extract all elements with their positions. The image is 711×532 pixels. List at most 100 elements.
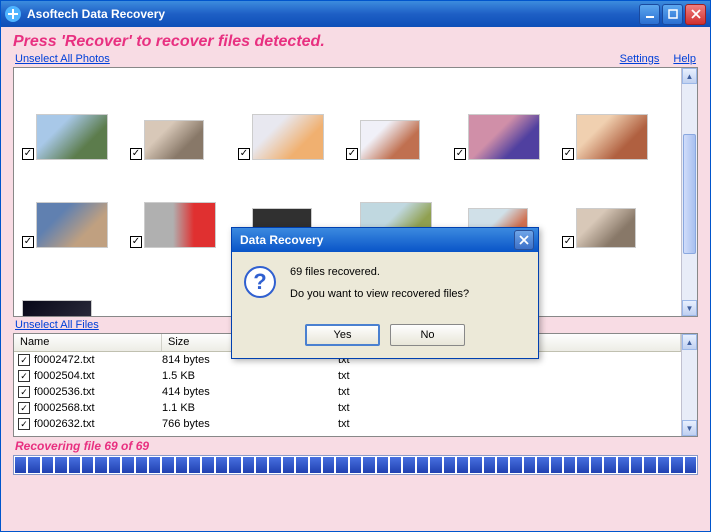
dialog-close-button[interactable] <box>514 230 534 250</box>
photo-item[interactable]: ✓ <box>450 76 558 164</box>
table-row[interactable]: ✓f0002568.txt1.1 KBtxt <box>14 400 681 416</box>
dialog-titlebar: Data Recovery <box>232 228 538 252</box>
dialog-line1: 69 files recovered. <box>290 266 526 278</box>
scroll-down-button[interactable]: ▼ <box>682 420 697 436</box>
progress-segment <box>631 457 642 473</box>
progress-segment <box>430 457 441 473</box>
file-size: 414 bytes <box>162 386 338 398</box>
help-link[interactable]: Help <box>673 53 696 65</box>
file-checkbox[interactable]: ✓ <box>18 354 30 366</box>
photo-item[interactable]: ✓ <box>18 76 126 164</box>
progress-segment <box>350 457 361 473</box>
window-title: Asoftech Data Recovery <box>27 7 639 21</box>
photo-thumbnail <box>144 202 216 248</box>
photo-item[interactable] <box>18 252 126 316</box>
progress-segment <box>484 457 495 473</box>
progress-segment <box>470 457 481 473</box>
photo-checkbox[interactable]: ✓ <box>562 148 574 160</box>
photo-checkbox[interactable]: ✓ <box>562 236 574 248</box>
photo-checkbox[interactable]: ✓ <box>238 148 250 160</box>
dialog-buttons: Yes No <box>232 318 538 358</box>
progress-segment <box>537 457 548 473</box>
file-scrollbar[interactable]: ▲ ▼ <box>681 334 697 436</box>
photo-checkbox[interactable]: ✓ <box>22 236 34 248</box>
scroll-track[interactable] <box>682 84 697 300</box>
table-row[interactable]: ✓f0002536.txt414 bytestxt <box>14 384 681 400</box>
progress-segment <box>189 457 200 473</box>
progress-segment <box>229 457 240 473</box>
unselect-all-files-link[interactable]: Unselect All Files <box>15 319 99 331</box>
table-row[interactable]: ✓ f0002632.txt766 bytestxt <box>14 416 681 432</box>
progress-segment <box>685 457 696 473</box>
file-table-body: ✓f0002472.txt814 bytestxt✓f0002504.txt1.… <box>14 352 681 432</box>
minimize-button[interactable] <box>639 4 660 25</box>
progress-segment <box>216 457 227 473</box>
app-icon <box>5 6 21 22</box>
progress-segment <box>310 457 321 473</box>
file-checkbox[interactable]: ✓ <box>18 370 30 382</box>
scroll-up-button[interactable]: ▲ <box>682 68 697 84</box>
progress-segment <box>136 457 147 473</box>
scroll-track[interactable] <box>682 350 697 420</box>
scroll-down-button[interactable]: ▼ <box>682 300 697 316</box>
progress-segment <box>403 457 414 473</box>
settings-link[interactable]: Settings <box>620 53 660 65</box>
progress-segment <box>604 457 615 473</box>
progress-segment <box>162 457 173 473</box>
photo-item[interactable]: ✓ <box>342 76 450 164</box>
maximize-button[interactable] <box>662 4 683 25</box>
window-controls <box>639 4 706 25</box>
progress-segment <box>82 457 93 473</box>
dialog-title: Data Recovery <box>236 233 514 247</box>
progress-segment <box>109 457 120 473</box>
photo-checkbox[interactable]: ✓ <box>130 236 142 248</box>
progress-bar <box>13 455 698 475</box>
photo-item[interactable]: ✓ <box>126 164 234 252</box>
close-button[interactable] <box>685 4 706 25</box>
progress-segment <box>524 457 535 473</box>
file-name: f0002632.txt <box>34 418 162 430</box>
file-extension: txt <box>338 418 488 430</box>
photo-checkbox[interactable]: ✓ <box>22 148 34 160</box>
photo-item[interactable]: ✓ <box>558 164 666 252</box>
scroll-up-button[interactable]: ▲ <box>682 334 697 350</box>
photo-scrollbar[interactable]: ▲ ▼ <box>681 68 697 316</box>
column-header-name[interactable]: Name <box>14 334 162 351</box>
table-row[interactable]: ✓f0002504.txt1.5 KBtxt <box>14 368 681 384</box>
file-name: f0002504.txt <box>34 370 162 382</box>
question-icon: ? <box>244 266 276 298</box>
photo-thumbnail <box>360 120 420 160</box>
progress-segment <box>510 457 521 473</box>
file-checkbox[interactable]: ✓ <box>18 386 30 398</box>
photo-thumbnail <box>144 120 204 160</box>
dialog-line2: Do you want to view recovered files? <box>290 288 526 300</box>
progress-segment <box>42 457 53 473</box>
photo-item[interactable]: ✓ <box>558 76 666 164</box>
progress-segment <box>283 457 294 473</box>
file-size: 766 bytes <box>162 418 338 430</box>
progress-segment <box>551 457 562 473</box>
yes-button[interactable]: Yes <box>305 324 380 346</box>
recovery-dialog: Data Recovery ? 69 files recovered. Do y… <box>231 227 539 359</box>
file-checkbox[interactable]: ✓ <box>18 418 30 430</box>
photo-checkbox[interactable]: ✓ <box>130 148 142 160</box>
file-checkbox[interactable]: ✓ <box>18 402 30 414</box>
progress-segment <box>69 457 80 473</box>
photo-item[interactable]: ✓ <box>18 164 126 252</box>
progress-segment <box>28 457 39 473</box>
unselect-all-photos-link[interactable]: Unselect All Photos <box>15 53 110 65</box>
progress-segment <box>457 457 468 473</box>
photo-item[interactable]: ✓ <box>234 76 342 164</box>
photo-thumbnail <box>22 300 92 316</box>
photo-checkbox[interactable]: ✓ <box>454 148 466 160</box>
progress-segment <box>122 457 133 473</box>
no-button[interactable]: No <box>390 324 465 346</box>
file-extension: txt <box>338 402 488 414</box>
progress-segment <box>243 457 254 473</box>
progress-segment <box>149 457 160 473</box>
photo-item[interactable]: ✓ <box>126 76 234 164</box>
photo-checkbox[interactable]: ✓ <box>346 148 358 160</box>
file-extension: txt <box>338 370 488 382</box>
progress-segment <box>202 457 213 473</box>
scroll-thumb[interactable] <box>683 134 696 254</box>
